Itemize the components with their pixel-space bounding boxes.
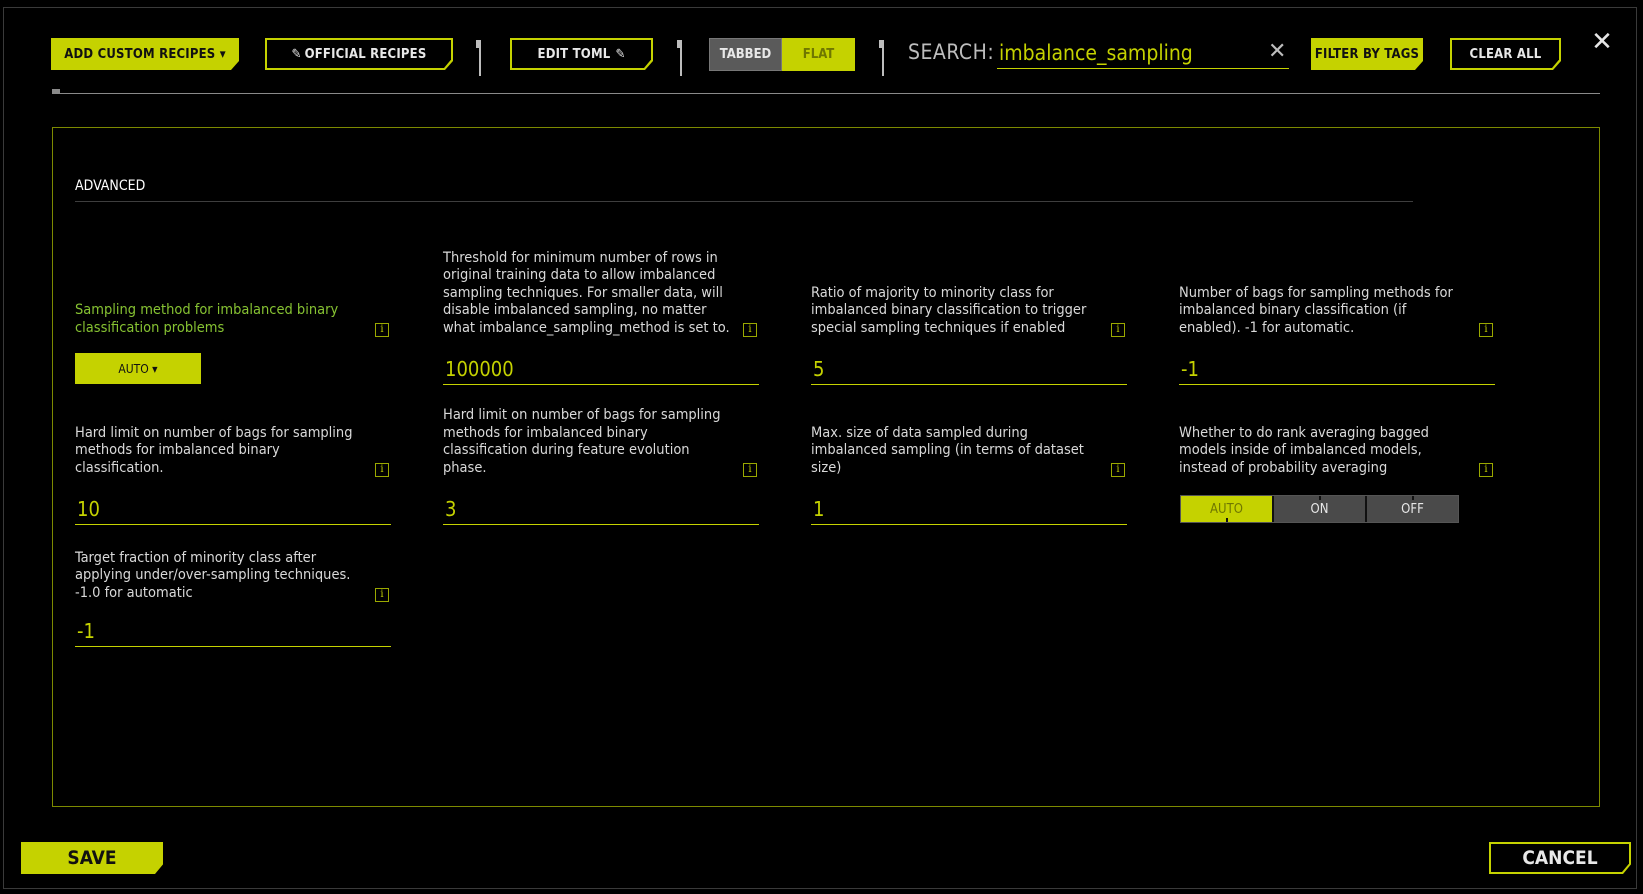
toolbar-divider [677, 40, 682, 76]
toggle-tick [1411, 496, 1414, 500]
info-icon[interactable]: i [743, 463, 757, 477]
search-label: SEARCH: [908, 40, 995, 64]
info-icon[interactable]: i [1111, 463, 1125, 477]
section-divider [75, 201, 1413, 202]
field-label: Target fraction of minority class after … [75, 549, 351, 601]
save-button[interactable]: SAVE [21, 842, 163, 874]
tabbed-label: TABBED [719, 47, 772, 62]
field-label: Max. size of data sampled during imbalan… [811, 424, 1084, 476]
view-mode-toggle: TABBED FLAT [709, 38, 855, 71]
pencil-icon: ✎ [291, 46, 302, 62]
field-max-sampled-size: Max. size of data sampled during imbalan… [811, 400, 1127, 477]
tab-tabbed[interactable]: TABBED [709, 38, 782, 71]
clear-search-icon[interactable]: ✕ [1268, 40, 1286, 64]
info-icon[interactable]: i [1111, 323, 1125, 337]
number-of-bags-input[interactable]: -1 [1179, 355, 1495, 385]
save-label: SAVE [67, 847, 117, 869]
toolbar-divider [476, 40, 481, 76]
field-label: Hard limit on number of bags for samplin… [443, 407, 721, 476]
rank-averaging-toggle: AUTO ON OFF [1180, 495, 1459, 523]
field-label: Threshold for minimum number of rows in … [443, 249, 730, 336]
tab-flat[interactable]: FLAT [782, 38, 855, 71]
info-icon[interactable]: i [1479, 463, 1493, 477]
target-minority-fraction-input[interactable]: -1 [75, 617, 391, 647]
info-icon[interactable]: i [375, 463, 389, 477]
toggle-label: OFF [1401, 501, 1424, 517]
clear-all-button[interactable]: CLEAR ALL [1450, 38, 1561, 70]
cancel-label: CANCEL [1522, 847, 1598, 869]
field-min-rows-threshold: Threshold for minimum number of rows in … [443, 225, 759, 337]
field-hard-limit-bags: Hard limit on number of bags for samplin… [75, 400, 391, 477]
info-icon[interactable]: i [743, 323, 757, 337]
field-majority-minority-ratio: Ratio of majority to minority class for … [811, 225, 1127, 337]
toggle-option-off[interactable]: OFF [1365, 496, 1458, 522]
field-number-of-bags: Number of bags for sampling methods for … [1179, 225, 1495, 337]
field-rank-averaging: Whether to do rank averaging bagged mode… [1179, 400, 1495, 477]
cancel-button[interactable]: CANCEL [1489, 842, 1631, 874]
info-icon[interactable]: i [1479, 323, 1493, 337]
info-icon[interactable]: i [375, 588, 389, 602]
filter-by-tags-button[interactable]: FILTER BY TAGS [1311, 38, 1423, 70]
field-hard-limit-bags-feature-evolution: Hard limit on number of bags for samplin… [443, 400, 759, 477]
edit-toml-label: EDIT TOML [537, 46, 611, 62]
min-rows-threshold-input[interactable]: 100000 [443, 355, 759, 385]
clear-all-label: CLEAR ALL [1469, 46, 1542, 62]
add-custom-recipes-label: ADD CUSTOM RECIPES ▾ [64, 46, 226, 62]
pencil-icon: ✎ [615, 46, 626, 62]
section-title: ADVANCED [75, 178, 146, 194]
search-input[interactable]: imbalance_sampling [997, 38, 1289, 69]
official-recipes-label: OFFICIAL RECIPES [304, 46, 427, 62]
toggle-option-auto[interactable]: AUTO [1181, 496, 1272, 522]
field-imbalance-sampling-method: Sampling method for imbalanced binary cl… [75, 225, 391, 337]
field-label: Whether to do rank averaging bagged mode… [1179, 424, 1429, 476]
toggle-option-on[interactable]: ON [1272, 496, 1365, 522]
field-label: Hard limit on number of bags for samplin… [75, 424, 353, 476]
majority-minority-ratio-input[interactable]: 5 [811, 355, 1127, 385]
field-label: Number of bags for sampling methods for … [1179, 284, 1453, 336]
field-label: Sampling method for imbalanced binary cl… [75, 302, 339, 336]
toggle-tick [1318, 496, 1321, 500]
info-icon[interactable]: i [375, 323, 389, 337]
sampling-method-dropdown[interactable]: AUTO ▾ [75, 353, 201, 384]
dropdown-value: AUTO ▾ [118, 361, 158, 376]
hard-limit-bags-input[interactable]: 10 [75, 495, 391, 525]
field-target-minority-fraction: Target fraction of minority class after … [75, 540, 391, 602]
toggle-label: AUTO [1210, 501, 1243, 517]
toggle-tick [1225, 518, 1228, 522]
close-icon[interactable]: ✕ [1588, 28, 1616, 56]
add-custom-recipes-button[interactable]: ADD CUSTOM RECIPES ▾ [51, 38, 239, 70]
max-sampled-size-input[interactable]: 1 [811, 495, 1127, 525]
flat-label: FLAT [802, 47, 835, 62]
toolbar-divider [879, 40, 884, 76]
filter-by-tags-label: FILTER BY TAGS [1314, 46, 1420, 62]
edit-toml-button[interactable]: EDIT TOML ✎ [510, 38, 653, 70]
hard-limit-bags-feature-evolution-input[interactable]: 3 [443, 495, 759, 525]
official-recipes-button[interactable]: ✎ OFFICIAL RECIPES [265, 38, 453, 70]
field-label: Ratio of majority to minority class for … [811, 284, 1087, 336]
toolbar-divider-line [52, 89, 1600, 94]
toggle-label: ON [1310, 501, 1329, 517]
